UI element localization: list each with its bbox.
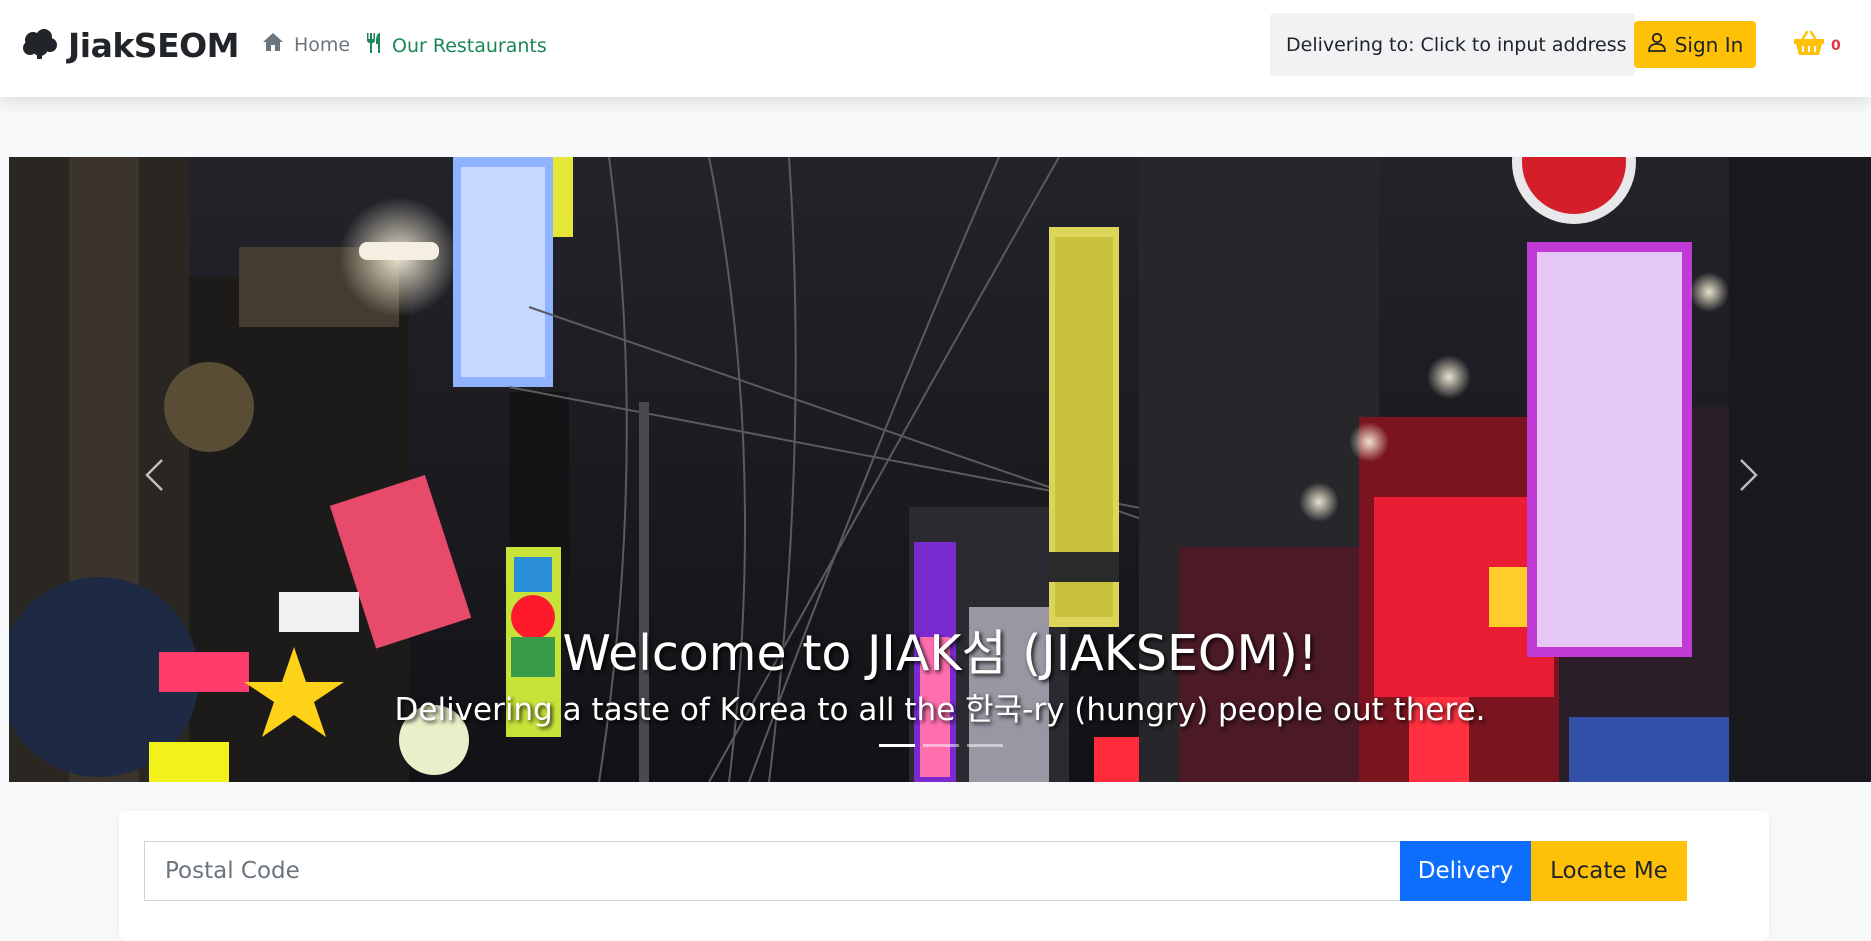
utensils-icon — [366, 32, 382, 59]
chevron-left-icon — [144, 458, 164, 496]
delivery-search-card: Delivery Locate Me — [119, 811, 1769, 941]
nav-restaurants-label: Our Restaurants — [392, 34, 547, 57]
carousel-indicators — [879, 744, 1003, 747]
delivery-button[interactable]: Delivery — [1400, 841, 1531, 901]
brand-name: JiakSEOM — [68, 26, 240, 65]
sign-in-button[interactable]: Sign In — [1634, 21, 1756, 68]
locate-me-button[interactable]: Locate Me — [1531, 841, 1687, 901]
delivery-address-button[interactable]: Delivering to: Click to input address — [1270, 13, 1635, 76]
home-icon — [262, 32, 284, 57]
sign-in-label: Sign In — [1674, 32, 1744, 57]
navbar: JiakSEOM Home Our Restaurants Delivering… — [0, 0, 1871, 97]
user-icon — [1647, 32, 1667, 57]
brand[interactable]: JiakSEOM — [22, 26, 240, 65]
carousel-indicator-2[interactable] — [923, 744, 959, 747]
nav-our-restaurants[interactable]: Our Restaurants — [366, 32, 547, 59]
nav-home-label: Home — [294, 33, 351, 56]
postal-code-input[interactable] — [144, 841, 1464, 901]
cloud-logo-icon — [22, 28, 58, 64]
cart-button[interactable]: 0 — [1793, 30, 1841, 60]
carousel-indicator-1[interactable] — [879, 744, 915, 747]
carousel-subtitle: Delivering a taste of Korea to all the 한… — [394, 692, 1486, 728]
hero-carousel: Welcome to JIAK섬 (JIAKSEOM)! Delivering … — [9, 157, 1871, 782]
chevron-right-icon — [1739, 458, 1759, 496]
carousel-indicator-3[interactable] — [967, 744, 1003, 747]
shopping-basket-icon — [1793, 30, 1825, 60]
carousel-prev-button[interactable] — [129, 452, 179, 502]
carousel-next-button[interactable] — [1724, 452, 1774, 502]
nav-home[interactable]: Home — [262, 32, 350, 57]
cart-count-badge: 0 — [1831, 38, 1841, 54]
carousel-title: Welcome to JIAK섬 (JIAKSEOM)! — [562, 625, 1318, 682]
